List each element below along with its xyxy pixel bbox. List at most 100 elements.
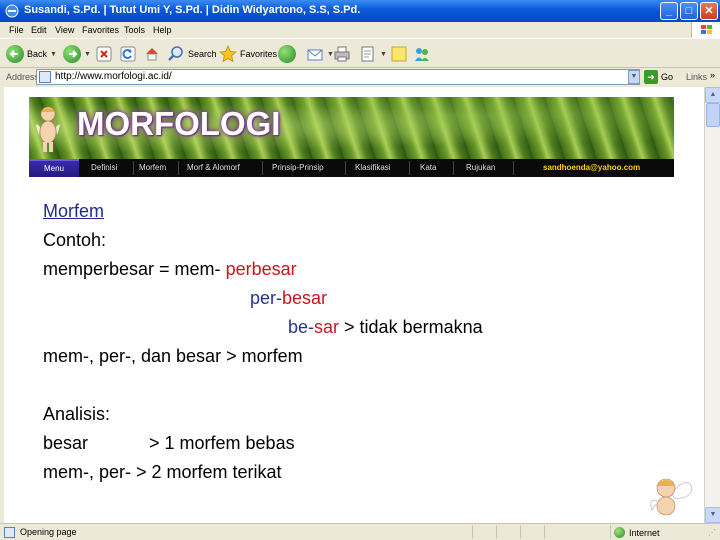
messenger-button[interactable] — [413, 43, 431, 65]
refresh-icon — [120, 46, 136, 62]
example-3-rest: > tidak bermakna — [339, 317, 483, 337]
example-2-root: besar — [282, 288, 328, 308]
nav-separator — [345, 161, 346, 175]
example-line-3: be-sar > tidak bermakna — [288, 313, 483, 342]
address-bar: Address http://www.morfologi.ac.id/ ▼ ➜ … — [0, 68, 720, 87]
status-bar: Opening page Internet ⋰ — [0, 523, 720, 540]
window-title-bar: Susandi, S.Pd. | Tutut Umi Y, S.Pd. | Di… — [0, 0, 720, 22]
page-content: MORFOLOGI Menu Definisi Morfem Morf & Al… — [4, 87, 704, 523]
status-divider — [472, 525, 473, 539]
nav-definisi[interactable]: Definisi — [91, 163, 117, 172]
back-button[interactable]: Back ▼ — [6, 43, 57, 65]
history-icon — [278, 45, 296, 63]
nav-separator — [133, 161, 134, 175]
example-line-1: memperbesar = mem- perbesar — [43, 255, 297, 284]
nav-separator — [262, 161, 263, 175]
scroll-down-icon[interactable]: ▼ — [705, 507, 720, 523]
messenger-icon — [415, 48, 429, 61]
resize-grip-icon[interactable]: ⋰ — [708, 528, 716, 537]
links-button[interactable]: Links — [686, 72, 707, 82]
favorites-label: Favorites — [240, 49, 278, 59]
history-button[interactable] — [278, 43, 296, 65]
address-url: http://www.morfologi.ac.id/ — [55, 71, 172, 82]
discuss-button[interactable] — [390, 43, 408, 65]
edit-dropdown-icon[interactable]: ▼ — [380, 51, 387, 58]
example-line-2: per-besar — [250, 284, 327, 313]
fairy-mascot-icon — [36, 106, 60, 152]
nav-prinsip[interactable]: Prinsip-Prinsip — [272, 163, 324, 172]
nav-morfem[interactable]: Morfem — [139, 163, 166, 172]
security-zone: Internet — [614, 527, 660, 538]
home-icon — [146, 48, 158, 61]
minimize-button[interactable]: _ — [660, 2, 678, 20]
links-chevron-icon[interactable]: » — [710, 70, 715, 80]
menu-file[interactable]: File — [9, 25, 24, 35]
ie-icon — [5, 4, 19, 18]
analysis-1-result: > 1 morfem bebas — [149, 433, 295, 453]
favorites-button[interactable]: Favorites — [219, 43, 277, 65]
nav-klasifikasi[interactable]: Klasifikasi — [355, 163, 391, 172]
search-button[interactable]: Search — [167, 43, 217, 65]
analysis-1-term: besar — [43, 433, 89, 453]
analysis-label: Analisis: — [43, 404, 111, 424]
example-1-left: memperbesar = mem- — [43, 259, 226, 279]
back-label: Back — [27, 49, 48, 59]
nav-rujukan[interactable]: Rujukan — [466, 163, 495, 172]
back-dropdown-icon[interactable]: ▼ — [50, 51, 57, 58]
status-divider — [496, 525, 497, 539]
scroll-up-icon[interactable]: ▲ — [705, 87, 720, 103]
page-icon — [39, 71, 51, 83]
print-button[interactable] — [333, 43, 351, 65]
back-arrow-icon — [6, 45, 24, 63]
forward-dropdown-icon[interactable]: ▼ — [84, 51, 91, 58]
menu-edit[interactable]: Edit — [31, 25, 47, 35]
address-input[interactable]: http://www.morfologi.ac.id/ — [36, 69, 640, 85]
notes-icon — [391, 46, 407, 62]
address-label: Address — [6, 72, 40, 82]
nav-separator — [513, 161, 514, 175]
example-3-root: sar — [314, 317, 340, 337]
menu-favorites[interactable]: Favorites — [82, 25, 119, 35]
status-text: Opening page — [20, 527, 77, 537]
window-title: Susandi, S.Pd. | Tutut Umi Y, S.Pd. | Di… — [24, 4, 361, 16]
toolbar: Back ▼ ▼ Search Favorites ▼ ▼ — [0, 38, 720, 68]
home-button[interactable] — [143, 43, 161, 65]
stop-button[interactable] — [95, 43, 113, 65]
nav-menu[interactable]: Menu — [29, 159, 79, 177]
section-heading-link[interactable]: Morfem — [43, 197, 104, 226]
address-dropdown-icon[interactable]: ▼ — [628, 70, 640, 84]
favorites-star-icon — [219, 45, 237, 63]
vertical-scrollbar[interactable]: ▲ ▼ — [704, 87, 720, 523]
forward-arrow-icon — [63, 45, 81, 63]
example-2-prefix: per- — [250, 288, 283, 308]
go-arrow-icon: ➜ — [644, 70, 658, 84]
edit-button[interactable]: ▼ — [359, 43, 387, 65]
go-button[interactable]: ➜ Go — [644, 70, 673, 84]
maximize-button[interactable]: □ — [680, 2, 698, 20]
windows-logo-icon — [691, 22, 720, 38]
nav-morf-alomorf[interactable]: Morf & Alomorf — [187, 163, 240, 172]
menu-help[interactable]: Help — [153, 25, 172, 35]
status-divider — [520, 525, 521, 539]
example-line-4: mem-, per-, dan besar > morfem — [43, 346, 303, 366]
nav-kata[interactable]: Kata — [420, 163, 436, 172]
print-icon — [334, 46, 350, 62]
menu-view[interactable]: View — [55, 25, 74, 35]
mail-button[interactable]: ▼ — [306, 43, 334, 65]
page-loading-icon — [4, 527, 15, 538]
search-icon — [168, 46, 183, 61]
menu-bar: File Edit View Favorites Tools Help — [0, 22, 720, 38]
heading-morfem[interactable]: Morfem — [43, 201, 104, 221]
contact-email-link[interactable]: sandhoenda@yahoo.com — [543, 163, 640, 172]
example-3-prefix: be- — [288, 317, 315, 337]
refresh-button[interactable] — [119, 43, 137, 65]
scroll-thumb[interactable] — [706, 103, 720, 127]
menu-tools[interactable]: Tools — [124, 25, 145, 35]
zone-label: Internet — [629, 527, 660, 538]
go-label: Go — [661, 72, 674, 82]
close-button[interactable]: ✕ — [700, 2, 718, 20]
site-banner: MORFOLOGI — [29, 97, 674, 159]
internet-globe-icon — [614, 527, 625, 538]
forward-button[interactable]: ▼ — [63, 43, 91, 65]
nav-separator — [409, 161, 410, 175]
